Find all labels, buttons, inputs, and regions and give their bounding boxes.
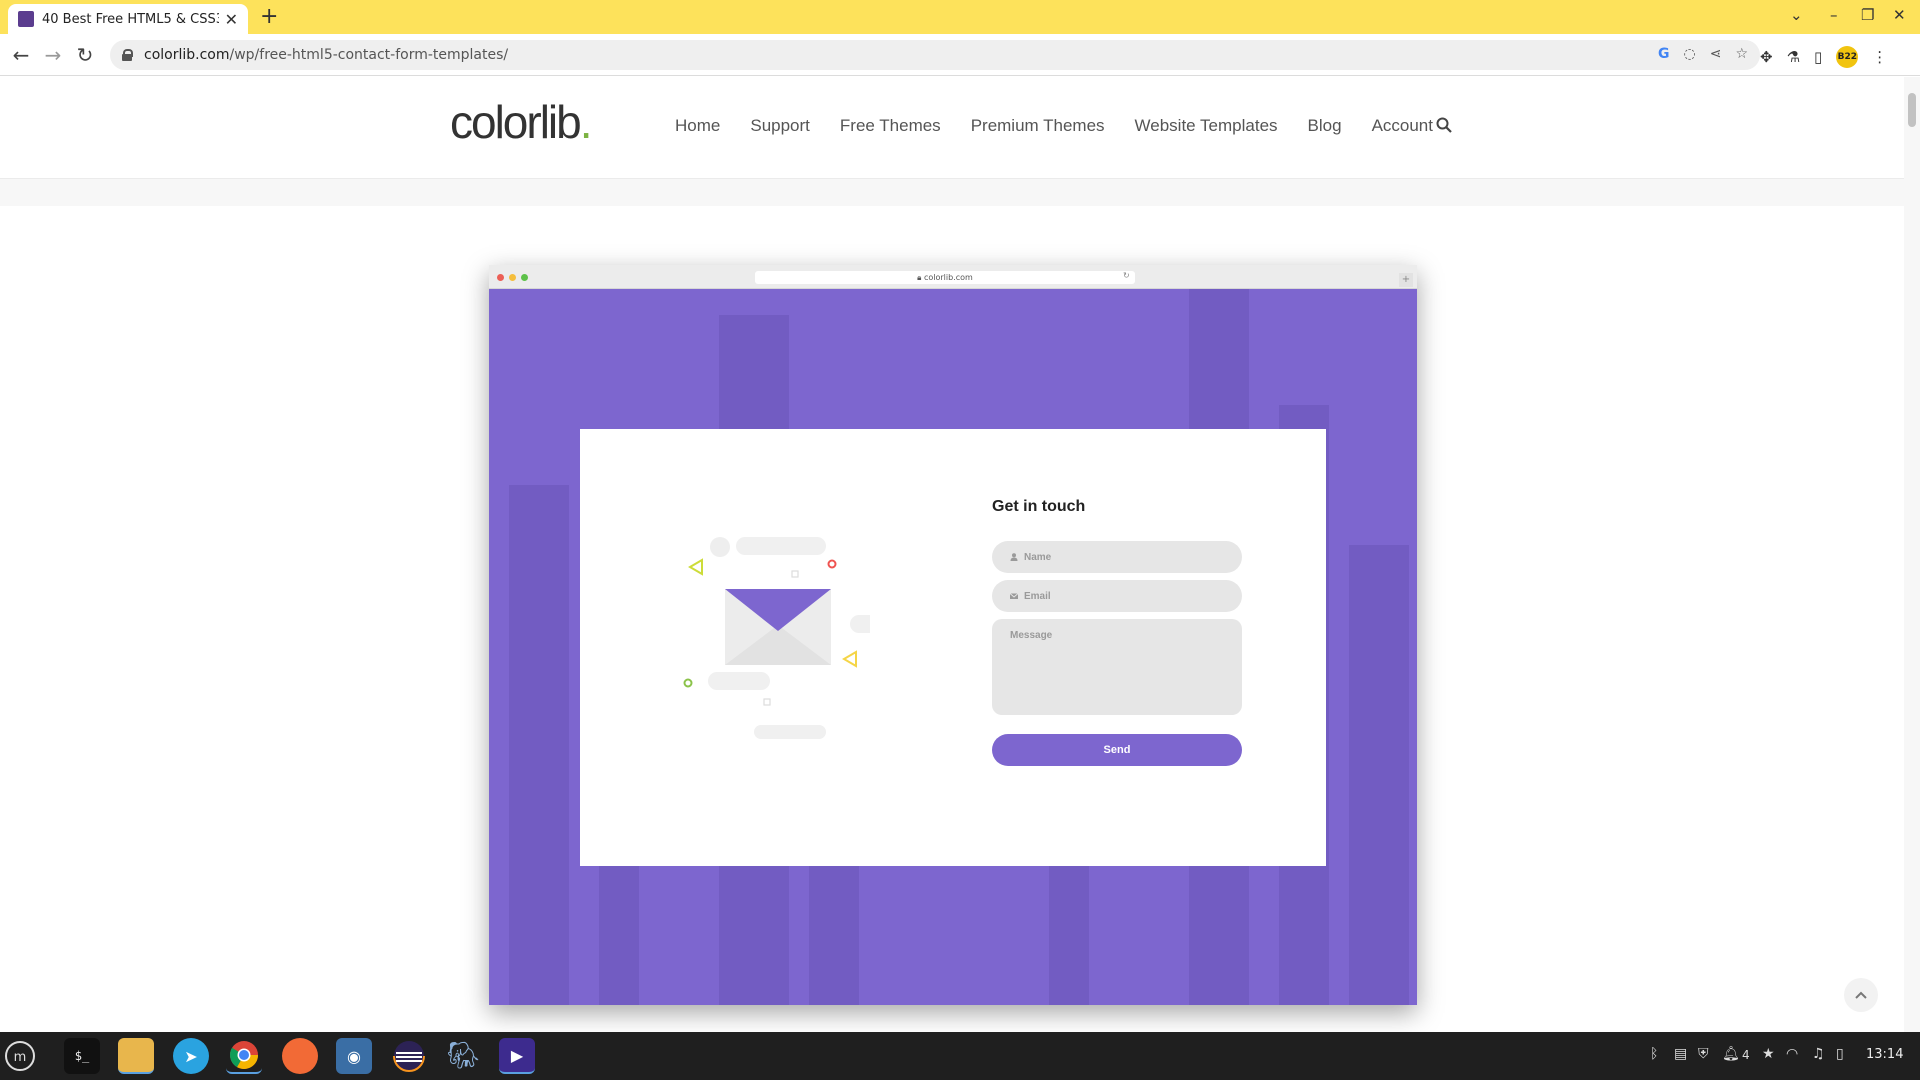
site-logo[interactable]: colorlib. [450, 95, 593, 149]
share-icon[interactable]: ⋖ [1710, 46, 1722, 62]
mock-maximize-dot [521, 274, 528, 281]
eye-off-icon[interactable]: ◌ [1683, 46, 1695, 62]
tab-search-icon[interactable]: ⌄ [1790, 6, 1803, 24]
browser-toolbar: ← → ↻ colorlib.com/wp/free-html5-contact… [0, 34, 1920, 76]
nav-home[interactable]: Home [675, 116, 720, 136]
send-button[interactable]: Send [992, 734, 1242, 766]
chrome-app-icon[interactable] [226, 1038, 262, 1074]
battery-icon[interactable]: ▯ [1836, 1046, 1844, 1062]
restore-button[interactable]: ❐ [1861, 6, 1874, 24]
logo-dot: . [579, 96, 593, 148]
scroll-to-top-button[interactable] [1844, 978, 1878, 1012]
search-icon[interactable] [1436, 117, 1452, 133]
name-placeholder: Name [1024, 551, 1052, 563]
side-panel-icon[interactable]: ▯ [1814, 48, 1822, 66]
favicon-icon [18, 11, 34, 27]
chrome-logo-icon [229, 1041, 258, 1069]
header-divider-strip [0, 179, 1904, 206]
url-path: /wp/free-html5-contact-form-templates/ [229, 47, 509, 63]
os-taskbar: m $_ ➤ ◉ 🐘︎ ▶ ᛒ ▤ ⛨ 🔔︎ 4 ★ ◠ ♫ ▯ 13:14 [0, 1032, 1920, 1080]
template-preview-screenshot: 🔒︎ colorlib.com ↻ + Get in touch Name Em… [489, 265, 1417, 1005]
mock-browser-bar: 🔒︎ colorlib.com ↻ + [489, 265, 1417, 289]
close-window-button[interactable]: ✕ [1893, 6, 1906, 24]
message-field[interactable]: Message [992, 619, 1242, 715]
eclipse-app-icon[interactable] [391, 1038, 427, 1074]
bluetooth-icon[interactable]: ᛒ [1650, 1046, 1658, 1062]
minimize-button[interactable]: – [1830, 6, 1838, 24]
address-bar[interactable]: colorlib.com/wp/free-html5-contact-form-… [110, 40, 1760, 70]
nav-blog[interactable]: Blog [1308, 116, 1342, 136]
volume-icon[interactable]: ♫ [1812, 1046, 1825, 1062]
email-field[interactable]: Email [992, 580, 1242, 612]
nav-account[interactable]: Account [1372, 116, 1433, 136]
svg-text:m: m [14, 1050, 27, 1065]
google-icon[interactable]: G [1658, 46, 1670, 62]
browser-tab-bar: 40 Best Free HTML5 & CSS3 C ✕ + ⌄ – ❐ ✕ [0, 0, 1920, 34]
media-player-app-icon[interactable]: ▶ [499, 1038, 535, 1074]
mock-minimize-dot [509, 274, 516, 281]
firefox-app-icon[interactable] [282, 1038, 318, 1074]
envelope-icon [1010, 593, 1018, 599]
browser-tab[interactable]: 40 Best Free HTML5 & CSS3 C ✕ [8, 4, 248, 34]
form-title: Get in touch [992, 498, 1086, 515]
nav-support[interactable]: Support [750, 116, 810, 136]
pgadmin-app-icon[interactable]: 🐘︎ [445, 1038, 481, 1074]
nav-website-templates[interactable]: Website Templates [1135, 116, 1278, 136]
mock-url-text: colorlib.com [923, 273, 973, 282]
mock-city-background: Get in touch Name Email Message Send [489, 289, 1417, 1005]
lock-icon [122, 49, 133, 61]
mock-reload-icon: ↻ [1123, 271, 1130, 280]
city-building [509, 485, 569, 1005]
user-icon [1010, 553, 1018, 561]
tab-close-icon[interactable]: ✕ [225, 10, 238, 29]
eclipse-logo-icon [393, 1041, 425, 1072]
browser-menu-icon[interactable]: ⋮ [1872, 48, 1887, 66]
nav-free-themes[interactable]: Free Themes [840, 116, 941, 136]
nav-premium-themes[interactable]: Premium Themes [971, 116, 1105, 136]
main-nav: Home Support Free Themes Premium Themes … [675, 116, 1433, 136]
bookmark-star-icon[interactable]: ☆ [1735, 46, 1748, 62]
star-icon[interactable]: ★ [1762, 1046, 1775, 1062]
contact-form-card: Get in touch Name Email Message Send [580, 429, 1326, 866]
back-button[interactable]: ← [8, 42, 34, 68]
mock-new-tab-icon: + [1399, 273, 1413, 287]
url-domain: colorlib.com [144, 47, 230, 63]
envelope-illustration [683, 537, 870, 739]
mock-url-bar: 🔒︎ colorlib.com [755, 271, 1135, 284]
files-app-icon[interactable] [118, 1038, 154, 1074]
scrollbar-thumb[interactable] [1908, 93, 1916, 127]
email-placeholder: Email [1024, 590, 1051, 602]
start-menu-button[interactable]: m [2, 1038, 38, 1074]
name-field[interactable]: Name [992, 541, 1242, 573]
site-header: colorlib. Home Support Free Themes Premi… [0, 77, 1904, 179]
page-viewport: colorlib. Home Support Free Themes Premi… [0, 77, 1904, 1032]
city-building [1349, 545, 1409, 1005]
notification-count: 4 [1742, 1048, 1750, 1062]
lab-flask-icon[interactable]: ⚗ [1787, 48, 1800, 66]
notifications-icon[interactable]: 🔔︎ [1722, 1046, 1740, 1062]
forward-button[interactable]: → [40, 42, 66, 68]
clipboard-icon[interactable]: ▤ [1674, 1046, 1687, 1062]
terminal-app-icon[interactable]: $_ [64, 1038, 100, 1074]
new-tab-button[interactable]: + [260, 4, 278, 30]
logo-text: colorlib [450, 96, 582, 148]
mock-close-dot [497, 274, 504, 281]
telegram-app-icon[interactable]: ➤ [173, 1038, 209, 1074]
chevron-up-icon [1855, 991, 1867, 999]
tab-title: 40 Best Free HTML5 & CSS3 C [42, 11, 219, 27]
profile-avatar[interactable]: B22 [1836, 46, 1859, 68]
shield-icon[interactable]: ⛨ [1698, 1046, 1709, 1062]
camera-app-icon[interactable]: ◉ [336, 1038, 372, 1074]
mint-logo-icon: m [5, 1041, 35, 1071]
wifi-icon[interactable]: ◠ [1786, 1046, 1798, 1062]
page-scrollbar[interactable] [1904, 77, 1920, 1032]
mock-lock-icon: 🔒︎ [917, 273, 922, 282]
message-placeholder: Message [1010, 630, 1053, 641]
reload-button[interactable]: ↻ [72, 42, 98, 68]
clock[interactable]: 13:14 [1866, 1047, 1903, 1062]
url-text: colorlib.com/wp/free-html5-contact-form-… [144, 47, 508, 63]
extensions-puzzle-icon[interactable]: ✥ [1760, 48, 1773, 66]
